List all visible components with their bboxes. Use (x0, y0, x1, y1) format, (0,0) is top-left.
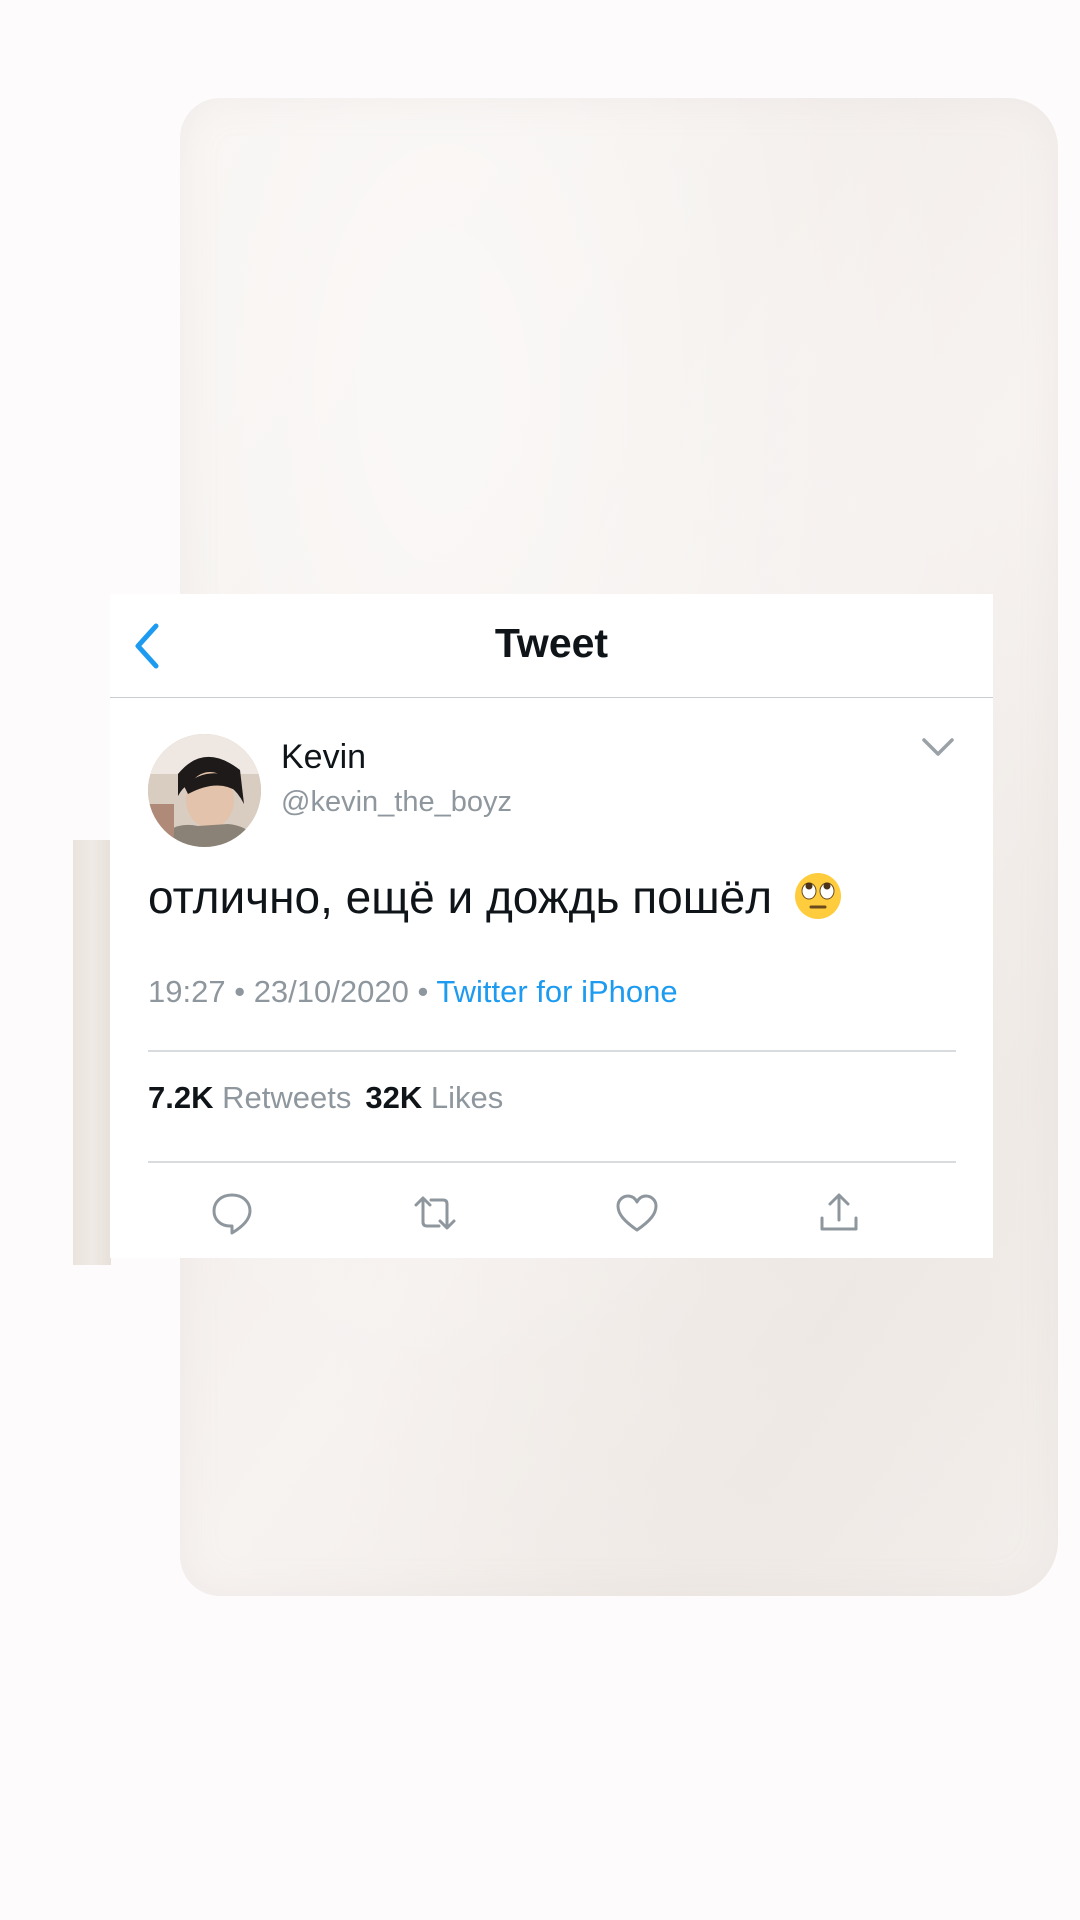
face-with-rolling-eyes-emoji-icon (794, 873, 841, 919)
chevron-down-icon[interactable] (918, 728, 958, 768)
retweet-icon[interactable] (412, 1190, 458, 1236)
author-handle[interactable]: @kevin_the_boyz (281, 786, 512, 819)
meta-separator: • (234, 974, 246, 1009)
tweet-meta: 19:27 • 23/10/2020 • Twitter for iPhone (148, 974, 678, 1010)
retweets-label: Retweets (222, 1080, 352, 1115)
share-icon[interactable] (816, 1190, 862, 1236)
tweet-card: Tweet Kevin @kevin_the_boyz отлично, ещё… (110, 594, 993, 1258)
retweets-stat[interactable]: 7.2K Retweets (148, 1080, 351, 1115)
divider (148, 1050, 956, 1052)
page-title: Tweet (494, 620, 609, 666)
avatar[interactable] (148, 734, 261, 847)
likes-label: Likes (430, 1080, 504, 1115)
tweet-header: Tweet (110, 594, 993, 698)
meta-separator: • (417, 974, 429, 1009)
divider (148, 1161, 956, 1163)
tweet-time: 19:27 (148, 974, 226, 1009)
tweet-actions (148, 1190, 956, 1240)
likes-stat[interactable]: 32K Likes (365, 1080, 503, 1115)
tweet-stats: 7.2K Retweets 32K Likes (148, 1080, 503, 1116)
reply-icon[interactable] (209, 1190, 255, 1236)
author-name[interactable]: Kevin (281, 738, 366, 777)
retweets-count: 7.2K (148, 1080, 214, 1115)
tweet-source-link[interactable]: Twitter for iPhone (436, 974, 677, 1009)
tweet-date: 23/10/2020 (253, 974, 409, 1009)
tweet-body: отлично, ещё и дождь пошёл (148, 871, 773, 923)
likes-count: 32K (365, 1080, 423, 1115)
tweet-text: отлично, ещё и дождь пошёл (148, 870, 843, 924)
like-icon[interactable] (614, 1190, 660, 1236)
tape-strip (73, 840, 111, 1265)
